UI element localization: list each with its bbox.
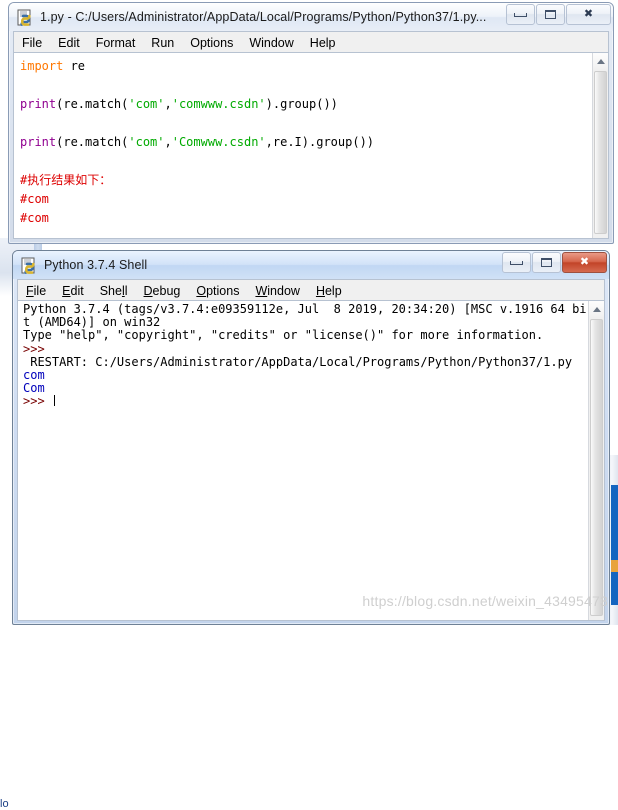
- shell-window-controls: ✖: [501, 252, 607, 274]
- editor-menu-file[interactable]: File: [14, 33, 50, 53]
- code-token-comment: #com: [20, 211, 49, 225]
- editor-code-content[interactable]: import re print(re.match('com','comwww.c…: [14, 53, 592, 238]
- code-token-plain: ).group()): [265, 97, 338, 111]
- shell-menubar: File Edit Shell Debug Options Window Help: [17, 279, 605, 301]
- code-line: print(re.match('com','comwww.csdn').grou…: [20, 95, 592, 114]
- shell-menu-options[interactable]: Options: [188, 281, 247, 301]
- chevron-up-icon: [596, 58, 605, 64]
- shell-output-content[interactable]: Python 3.7.4 (tags/v3.7.4:e09359112e, Ju…: [18, 301, 588, 620]
- editor-maximize-button[interactable]: [536, 4, 565, 25]
- text-caret: [53, 395, 55, 407]
- shell-text-restart: RESTART: C:/Users/Administrator/AppData/…: [23, 354, 573, 369]
- editor-menu-options[interactable]: Options: [182, 33, 241, 53]
- editor-scroll-up-button[interactable]: [593, 53, 608, 69]
- code-token-plain: (re.match(: [56, 97, 129, 111]
- maximize-icon: [545, 10, 556, 19]
- code-token-str: 'com': [128, 135, 165, 149]
- code-token-str: 'comwww.csdn': [171, 97, 266, 111]
- shell-menu-file[interactable]: File: [18, 281, 54, 301]
- shell-maximize-button[interactable]: [532, 252, 561, 273]
- shell-menu-window[interactable]: Window: [247, 281, 307, 301]
- chevron-up-icon: [592, 306, 601, 312]
- editor-window-controls: ✖: [505, 4, 611, 26]
- python-idle-icon: [17, 9, 34, 26]
- shell-text-plain: Type "help", "copyright", "credits" or "…: [23, 328, 544, 343]
- shell-line: Python 3.7.4 (tags/v3.7.4:e09359112e, Ju…: [23, 302, 588, 330]
- code-token-builtin: print: [20, 97, 57, 111]
- code-token-plain: ,: [164, 135, 172, 149]
- shell-line: >>>: [23, 395, 588, 408]
- shell-close-button[interactable]: ✖: [562, 252, 607, 273]
- shell-scroll-thumb[interactable]: [590, 319, 603, 616]
- code-line: #执行结果如下：: [20, 171, 592, 190]
- editor-menu-format[interactable]: Format: [88, 33, 144, 53]
- shell-menu-shell[interactable]: Shell: [92, 281, 136, 301]
- code-token-plain: (re.match(: [56, 135, 129, 149]
- shell-line: Type "help", "copyright", "credits" or "…: [23, 329, 588, 342]
- shell-vertical-scrollbar[interactable]: [588, 301, 604, 620]
- shell-line: Com: [23, 382, 588, 395]
- maximize-icon: [541, 258, 552, 267]
- code-token-str: 'com': [128, 97, 165, 111]
- code-token-plain: ,re.I).group()): [265, 135, 375, 149]
- editor-titlebar[interactable]: 1.py - C:/Users/Administrator/AppData/Lo…: [9, 3, 613, 31]
- shell-menu-edit[interactable]: Edit: [54, 281, 92, 301]
- editor-minimize-button[interactable]: [506, 4, 535, 25]
- background-window-right-accent-secondary: [611, 560, 618, 572]
- code-token-comment: #com: [20, 192, 49, 206]
- shell-minimize-button[interactable]: [502, 252, 531, 273]
- editor-menu-edit[interactable]: Edit: [50, 33, 88, 53]
- editor-vertical-scrollbar[interactable]: [592, 53, 608, 238]
- code-line: #com: [20, 190, 592, 209]
- shell-line: RESTART: C:/Users/Administrator/AppData/…: [23, 354, 588, 369]
- shell-menu-help[interactable]: Help: [308, 281, 350, 301]
- editor-menubar: File Edit Format Run Options Window Help: [13, 31, 609, 53]
- close-icon: ✖: [579, 256, 590, 268]
- shell-line: com: [23, 368, 588, 383]
- shell-menu-debug[interactable]: Debug: [136, 281, 189, 301]
- minimize-icon: [510, 260, 523, 265]
- close-icon: ✖: [583, 8, 594, 20]
- editor-menu-window[interactable]: Window: [241, 33, 301, 53]
- code-token-str: 'Comwww.csdn': [171, 135, 266, 149]
- code-line: import re: [20, 57, 592, 76]
- shell-text-out: com: [23, 368, 45, 383]
- editor-text-area[interactable]: import re print(re.match('com','comwww.c…: [13, 52, 609, 239]
- code-token-plain: re: [63, 59, 86, 73]
- shell-text-plain: Python 3.7.4 (tags/v3.7.4:e09359112e, Ju…: [23, 302, 587, 330]
- minimize-icon: [514, 12, 527, 17]
- idle-editor-window[interactable]: 1.py - C:/Users/Administrator/AppData/Lo…: [8, 2, 614, 244]
- editor-scroll-thumb[interactable]: [594, 71, 607, 234]
- shell-titlebar[interactable]: Python 3.7.4 Shell ✖: [13, 251, 609, 279]
- code-token-plain: ,: [164, 97, 172, 111]
- code-token-kw: import: [20, 59, 64, 73]
- code-token-builtin: print: [20, 135, 57, 149]
- code-token-comment: #执行结果如下：: [20, 173, 112, 187]
- shell-text-area[interactable]: Python 3.7.4 (tags/v3.7.4:e09359112e, Ju…: [17, 300, 605, 621]
- shell-scroll-up-button[interactable]: [589, 301, 604, 317]
- shell-text-out: Com: [23, 381, 45, 396]
- shell-text-prompt: >>>: [23, 341, 45, 356]
- editor-close-button[interactable]: ✖: [566, 4, 611, 25]
- idle-shell-window[interactable]: Python 3.7.4 Shell ✖ File Edit Shell Debug O…: [12, 250, 610, 625]
- background-window-right-accent: [611, 485, 618, 605]
- editor-menu-help[interactable]: Help: [302, 33, 344, 53]
- shell-text-prompt: >>>: [23, 394, 52, 409]
- python-idle-icon: [21, 257, 38, 274]
- code-line: print(re.match('com','Comwww.csdn',re.I)…: [20, 133, 592, 152]
- code-line: #com: [20, 209, 592, 228]
- background-window-left-text: lo: [0, 798, 9, 810]
- editor-menu-run[interactable]: Run: [143, 33, 182, 53]
